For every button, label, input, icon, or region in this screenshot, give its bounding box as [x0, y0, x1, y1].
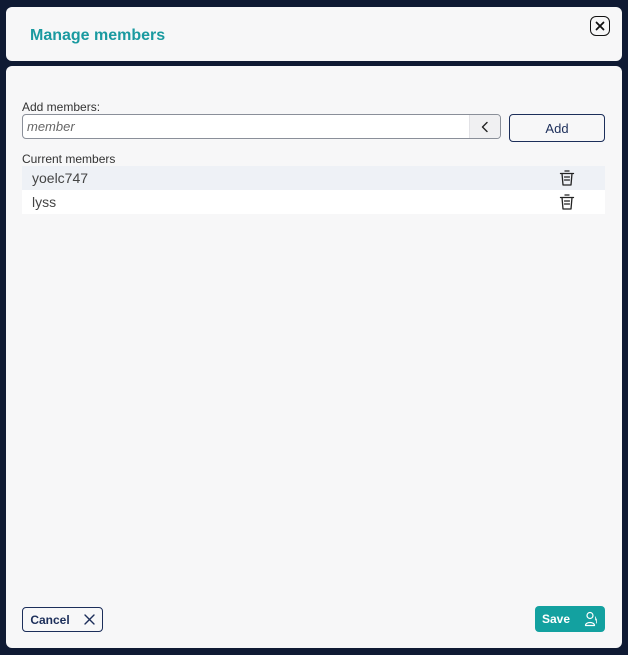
- chevron-left-icon: [481, 121, 488, 132]
- collapse-button[interactable]: [469, 115, 500, 138]
- dialog-title: Manage members: [30, 27, 166, 44]
- close-button[interactable]: [590, 16, 610, 36]
- close-icon: [595, 21, 605, 31]
- cancel-button[interactable]: Cancel: [22, 607, 103, 632]
- list-item: lyss: [22, 190, 605, 214]
- delete-member-button[interactable]: [558, 193, 576, 211]
- member-input[interactable]: [23, 115, 469, 138]
- current-members-label: Current members: [22, 152, 116, 166]
- member-list: yoelc747 lyss: [22, 166, 605, 214]
- add-button-label: Add: [545, 120, 569, 136]
- x-icon: [83, 614, 95, 625]
- list-item: yoelc747: [22, 166, 605, 190]
- dialog-header: Manage members: [6, 7, 622, 61]
- delete-member-button[interactable]: [558, 169, 576, 187]
- save-button[interactable]: Save: [535, 606, 605, 632]
- member-input-container: [22, 114, 501, 139]
- cancel-button-label: Cancel: [30, 612, 70, 627]
- dialog-body: Add members: Add Current members yoelc74…: [6, 66, 622, 648]
- add-member-button[interactable]: Add: [509, 114, 605, 142]
- trash-icon: [559, 194, 575, 210]
- save-button-label: Save: [541, 612, 571, 626]
- trash-icon: [559, 170, 575, 186]
- user-icon: [584, 611, 598, 627]
- add-members-label: Add members:: [22, 100, 101, 114]
- member-name: yoelc747: [32, 170, 89, 186]
- member-name: lyss: [32, 194, 57, 210]
